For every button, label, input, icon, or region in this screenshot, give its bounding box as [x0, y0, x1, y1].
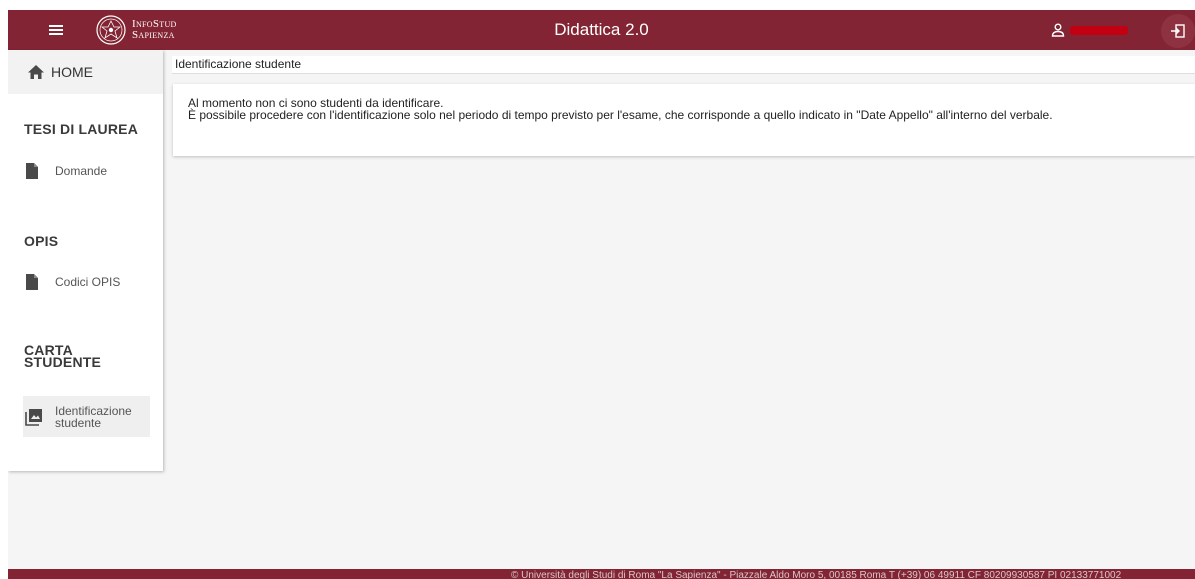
brand-line-2: Sapienza [132, 29, 175, 41]
sidebar-item-domande[interactable]: Domande [23, 161, 150, 181]
sidebar: HOME TESI DI LAUREA Domande OPIS Codici … [8, 50, 163, 471]
sidebar-item-identificazione-studente[interactable]: Identificazione studente [23, 396, 150, 437]
footer: © Università degli Studi di Roma "La Sap… [8, 569, 1195, 579]
sidebar-item-label: Identificazione studente [55, 405, 132, 429]
image-gallery-icon [25, 408, 42, 426]
top-bar: InfoStud Sapienza Didattica 2.0 [8, 10, 1195, 50]
logout-button[interactable] [1161, 14, 1195, 48]
sidebar-item-label-line: studente [55, 415, 102, 430]
message-identification-period: È possibile procedere con l'identificazi… [188, 108, 1053, 122]
user-menu[interactable] [1050, 20, 1128, 40]
sidebar-item-codici-opis[interactable]: Codici OPIS [23, 272, 150, 292]
sapienza-seal-logo [96, 15, 126, 45]
app-frame: InfoStud Sapienza Didattica 2.0 HOME TES… [8, 10, 1195, 579]
infostud-logo[interactable]: InfoStud Sapienza [96, 14, 177, 46]
breadcrumb: Identificazione studente [172, 56, 1195, 74]
sidebar-item-home-label: HOME [51, 64, 93, 80]
section-title-carta-studente: CARTA STUDENTE [24, 343, 102, 370]
brand-name: InfoStud Sapienza [132, 19, 177, 41]
sidebar-item-label: Domande [55, 164, 108, 178]
footer-copyright: © Università degli Studi di Roma "La Sap… [511, 570, 1122, 579]
home-icon [28, 65, 44, 79]
hamburger-menu-icon[interactable] [44, 18, 68, 42]
info-message-card: Al momento non ci sono studenti da ident… [173, 84, 1195, 156]
sidebar-item-home[interactable]: HOME [8, 50, 163, 94]
logout-icon [1171, 24, 1185, 38]
section-title-line: STUDENTE [24, 354, 102, 370]
redacted-username [1070, 25, 1128, 35]
document-icon [26, 163, 38, 179]
sidebar-item-label: Codici OPIS [55, 275, 121, 289]
document-icon [26, 274, 38, 290]
app-title: Didattica 2.0 [554, 20, 649, 39]
user-icon [1051, 23, 1065, 37]
section-title-opis: OPIS [24, 233, 59, 249]
section-title-tesi-di-laurea: TESI DI LAUREA [24, 121, 139, 137]
sidebar-item-label-line: Identificazione [55, 403, 132, 418]
